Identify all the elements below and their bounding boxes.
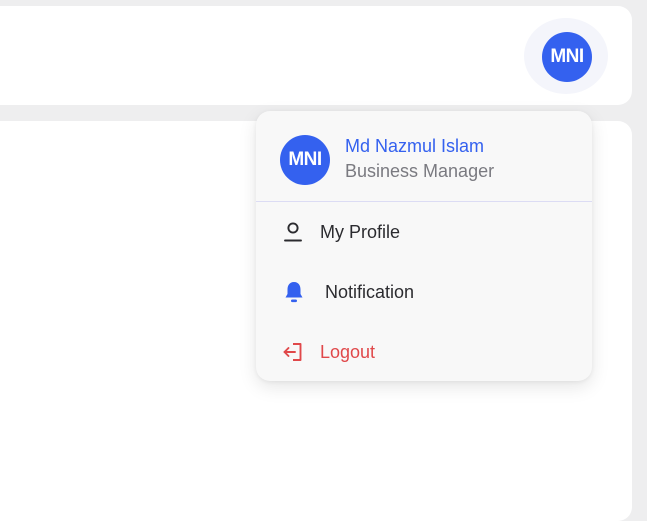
- menu-item-label: Logout: [320, 341, 376, 362]
- user-menu-header: MNI Md Nazmul Islam Business Manager: [256, 111, 592, 202]
- avatar: MNI: [280, 135, 330, 185]
- user-icon: [282, 221, 304, 243]
- menu-item-label: My Profile: [320, 221, 401, 242]
- user-menu-dropdown: MNI Md Nazmul Islam Business Manager My …: [256, 111, 592, 381]
- menu-item-notification[interactable]: Notification: [256, 270, 592, 314]
- user-avatar-button[interactable]: MNI: [542, 32, 592, 82]
- user-name: Md Nazmul Islam: [345, 136, 485, 156]
- menu-item-my-profile[interactable]: My Profile: [256, 210, 592, 254]
- menu-item-label: Notification: [325, 281, 415, 302]
- user-role: Business Manager: [345, 161, 495, 181]
- menu-item-logout[interactable]: Logout: [256, 330, 592, 374]
- logout-icon: [282, 341, 304, 363]
- bell-icon: [283, 281, 305, 303]
